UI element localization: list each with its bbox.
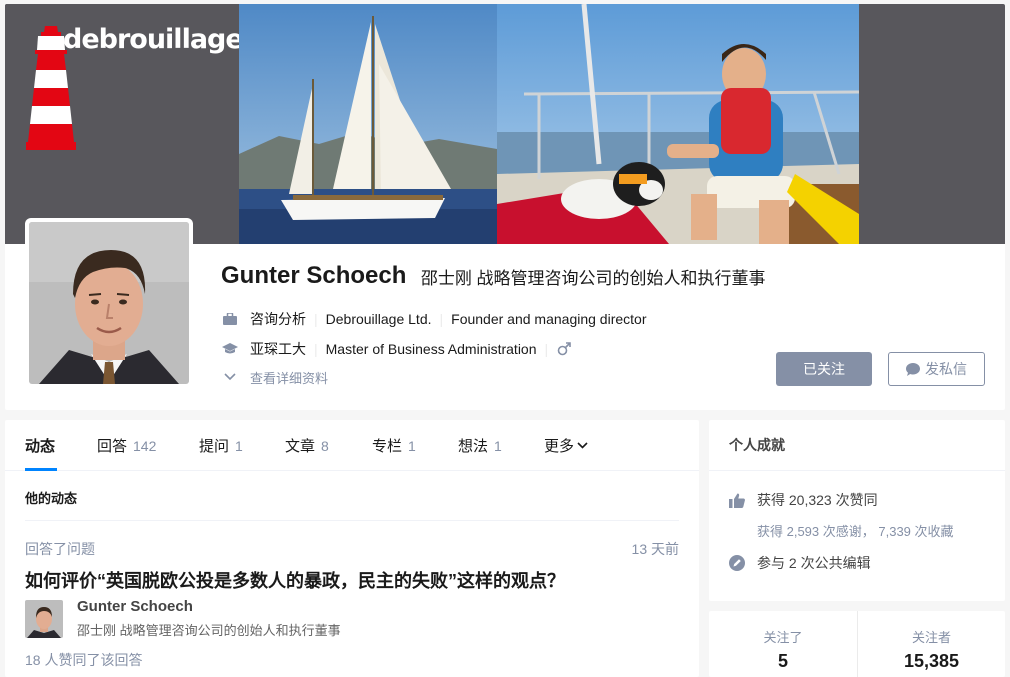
chat-bubble-icon <box>906 362 920 376</box>
divider <box>709 470 1005 471</box>
tab-label: 更多 <box>544 438 575 455</box>
work-company: Debrouillage Ltd. <box>325 311 432 327</box>
view-details-label: 查看详细资料 <box>250 370 329 386</box>
following-label: 关注了 <box>763 630 803 645</box>
briefcase-icon <box>222 311 238 327</box>
section-title: 他的动态 <box>25 491 78 506</box>
tab-activity[interactable]: 动态 <box>25 420 55 471</box>
feed-author-headline: 邵士刚 战略管理咨询公司的创始人和执行董事 <box>77 623 341 638</box>
divider <box>25 520 679 521</box>
tab-questions[interactable]: 提问 1 <box>199 420 243 471</box>
view-details-link[interactable]: 查看详细资料 <box>222 366 328 388</box>
tab-count: 8 <box>321 437 329 454</box>
education-school: 亚琛工大 <box>250 341 306 357</box>
followers-count: 15,385 <box>903 651 960 671</box>
avatar <box>25 600 63 638</box>
separator: | <box>439 311 444 327</box>
feed-item-votes: 18 人赞同了该回答 <box>25 652 143 668</box>
tab-label: 想法 <box>458 438 489 455</box>
tab-more[interactable]: 更多 <box>544 420 588 471</box>
achievement-votes: 获得 20,323 次赞同 <box>729 490 878 510</box>
followed-button[interactable]: 已关注 <box>776 352 872 386</box>
tab-count: 142 <box>133 437 157 454</box>
achievement-votes-text: 获得 20,323 次赞同 <box>757 492 878 508</box>
education-info: 亚琛工大 | Master of Business Administration… <box>222 338 572 360</box>
separator: | <box>314 341 318 357</box>
send-message-button[interactable]: 发私信 <box>888 352 985 386</box>
user-headline: 邵士刚 战略管理咨询公司的创始人和执行董事 <box>420 268 766 288</box>
pencil-circle-icon <box>729 555 745 571</box>
follow-stats-card: 关注了 5 关注者 15,385 <box>709 611 1005 677</box>
achievements-card: 个人成就 获得 20,323 次赞同 获得 2,593 次感谢， 7,339 次… <box>709 420 1005 601</box>
feed-item-action: 回答了问题 <box>25 541 95 557</box>
profile-avatar[interactable] <box>25 218 193 388</box>
separator: | <box>544 341 549 357</box>
tab-answers[interactable]: 回答 142 <box>97 420 156 471</box>
education-major: Master of Business Administration <box>325 341 537 357</box>
avatar <box>29 222 189 384</box>
followers-stat[interactable]: 关注者 15,385 <box>857 611 1005 677</box>
cover-image: debrouillage <box>5 4 1005 244</box>
cover-photo <box>239 4 859 244</box>
achievements-title: 个人成就 <box>729 437 785 453</box>
tab-thoughts[interactable]: 想法 1 <box>458 420 502 471</box>
tab-count: 1 <box>494 437 502 454</box>
feed-author-avatar[interactable] <box>25 600 63 638</box>
thumbs-up-icon <box>729 492 745 508</box>
feed-item-title[interactable]: 如何评价“英国脱欧公投是多数人的暴政，民主的失败”这样的观点？ <box>25 567 565 593</box>
tab-label: 提问 <box>199 438 230 455</box>
tab-label: 动态 <box>25 438 56 455</box>
work-info: 咨询分析 | Debrouillage Ltd. | Founder and m… <box>222 308 646 330</box>
feed-author-name[interactable]: Gunter Schoech <box>77 598 193 615</box>
tab-label: 专栏 <box>372 438 403 455</box>
followers-label: 关注者 <box>911 630 951 645</box>
tab-label: 回答 <box>97 438 128 455</box>
tab-count: 1 <box>408 437 416 454</box>
achievement-edits: 参与 2 次公共编辑 <box>729 553 871 573</box>
following-stat[interactable]: 关注了 5 <box>709 611 857 677</box>
tab-articles[interactable]: 文章 8 <box>285 420 329 471</box>
brand-logo: debrouillage <box>5 4 244 244</box>
brand-logo-text: debrouillage <box>63 24 244 55</box>
chevron-down-icon <box>577 442 588 449</box>
profile-name-line: Gunter Schoech 邵士刚 战略管理咨询公司的创始人和执行董事 <box>221 262 766 290</box>
work-industry: 咨询分析 <box>250 311 306 327</box>
separator: | <box>314 311 318 327</box>
achievement-thanks-text: 获得 2,593 次感谢， 7,339 次收藏 <box>757 524 954 539</box>
profile-tabs: 动态 回答 142 提问 1 文章 8 专栏 1 想法 1 更多 <box>5 420 699 471</box>
tab-count: 1 <box>235 437 243 454</box>
tab-columns[interactable]: 专栏 1 <box>372 420 416 471</box>
activity-card: 动态 回答 142 提问 1 文章 8 专栏 1 想法 1 更多 他的动态 回答了问题 1… <box>5 420 699 677</box>
profile-header: debrouillage Gunter Schoech 邵士刚 战略管理咨询公司… <box>5 4 1005 410</box>
work-position: Founder and managing director <box>451 311 647 327</box>
male-gender-icon <box>556 341 572 357</box>
achievement-edits-text: 参与 2 次公共编辑 <box>757 555 871 571</box>
graduation-cap-icon <box>222 341 238 357</box>
tab-label: 文章 <box>285 438 316 455</box>
send-message-label: 发私信 <box>925 361 967 377</box>
active-tab-indicator <box>25 468 57 471</box>
chevron-down-icon <box>222 369 238 385</box>
user-name: Gunter Schoech <box>221 262 407 289</box>
feed-item-time: 13 天前 <box>631 541 679 557</box>
following-count: 5 <box>777 651 788 671</box>
